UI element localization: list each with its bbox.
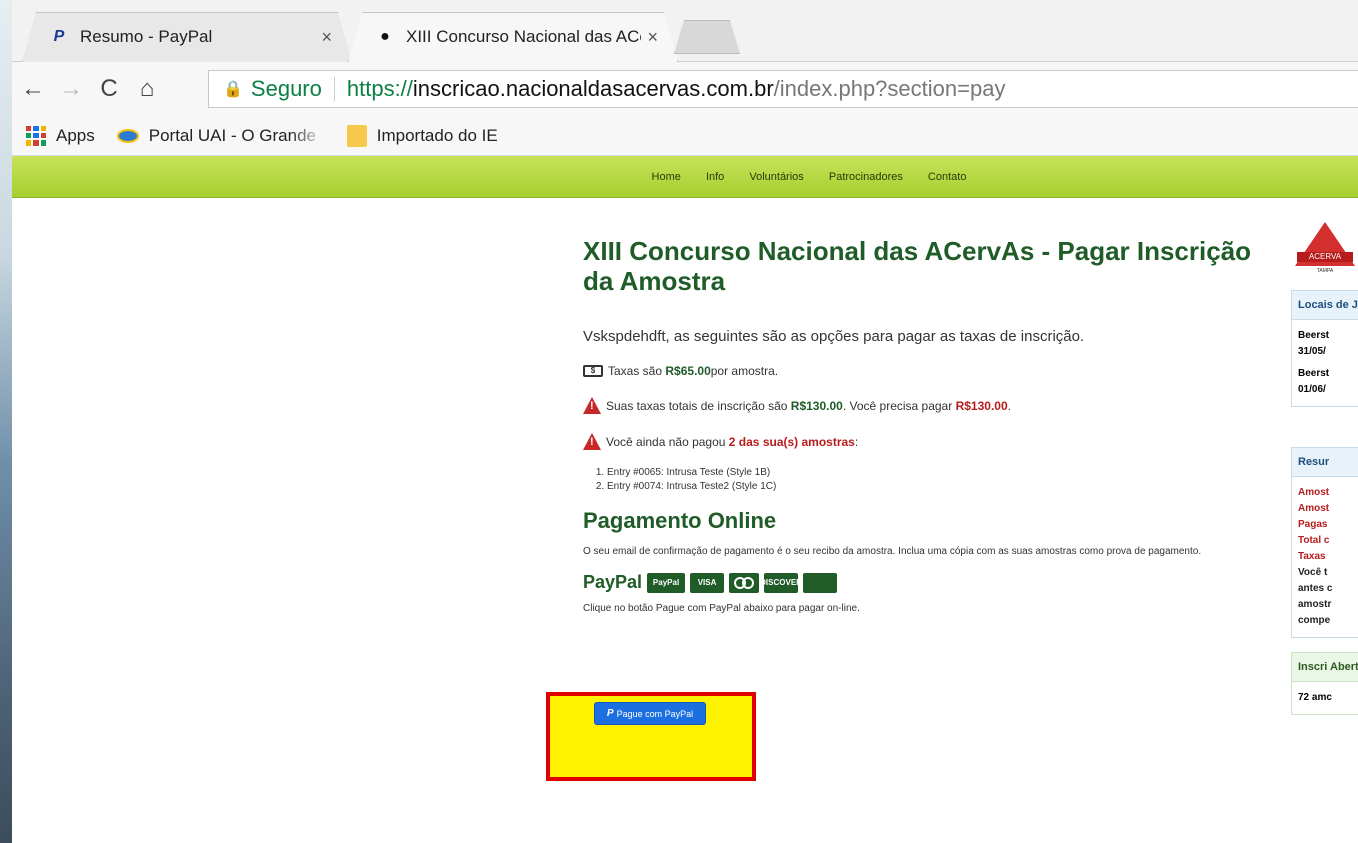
discover-card-icon: DISCOVER xyxy=(760,572,802,593)
amex-card-icon xyxy=(803,572,838,593)
panel-row: Total c xyxy=(1298,535,1330,546)
email-note: O seu email de confirmação de pagamento … xyxy=(583,546,1202,557)
apps-icon xyxy=(26,125,46,146)
browser-window: P Resumo - PayPal × ● XIII Concurso Naci… xyxy=(12,0,1358,843)
tab-strip: P Resumo - PayPal × ● XIII Concurso Naci… xyxy=(12,0,1358,62)
sidebar: ACERVA TAMPA Locais de Ju Beerst 31/05/ … xyxy=(1291,218,1358,715)
url-host: inscricao.nacionaldasacervas.com.br xyxy=(412,76,774,101)
acerva-logo: ACERVA TAMPA xyxy=(1295,218,1355,278)
back-icon[interactable]: ← xyxy=(16,72,50,106)
panel-row: Você t xyxy=(1298,567,1328,578)
tab-concurso[interactable]: ● XIII Concurso Nacional das ACervAs × xyxy=(348,12,678,62)
total-text-post: . xyxy=(1007,398,1011,413)
url-protocol: https:// xyxy=(346,76,413,101)
tab-paypal[interactable]: P Resumo - PayPal × xyxy=(22,12,352,62)
panel-title: Inscri Abert xyxy=(1292,653,1358,682)
page-title: XIII Concurso Nacional das ACervAs - Pag… xyxy=(583,236,1252,296)
total-due: R$130.00 xyxy=(955,398,1008,413)
list-item: Entry #0074: Intrusa Teste2 (Style 1C) xyxy=(607,480,1283,494)
panel-row: Amost xyxy=(1298,487,1330,498)
total-line: Suas taxas totais de inscrição são R$130… xyxy=(583,397,1283,414)
unpaid-text: Você ainda não pagou xyxy=(606,434,726,449)
panel-row: Beerst xyxy=(1298,368,1330,379)
lock-icon: 🔒 xyxy=(223,81,243,98)
desktop-wallpaper xyxy=(0,0,12,843)
bookmark-portal-uai[interactable]: Portal UAI - O Grande xyxy=(116,125,325,146)
total-value: R$130.00 xyxy=(790,398,843,413)
bookmark-label: Importado do IE xyxy=(376,125,498,145)
address-bar[interactable]: 🔒 Seguro https://inscricao.nacionaldasac… xyxy=(208,70,1358,108)
unpaid-entries-list: Entry #0065: Intrusa Teste (Style 1B) En… xyxy=(597,466,1283,494)
panel-row: 01/06/ xyxy=(1298,384,1326,395)
panel-title: Resur xyxy=(1292,448,1358,477)
paypal-label: PayPal xyxy=(583,572,643,592)
panel-row: compe xyxy=(1298,615,1331,626)
list-item: Entry #0065: Intrusa Teste (Style 1B) xyxy=(607,466,1283,480)
total-text: Suas taxas totais de inscrição são xyxy=(606,398,788,413)
panel-row: 72 amc xyxy=(1298,692,1332,703)
fee-value: R$65.00 xyxy=(665,364,711,378)
online-payment-heading: Pagamento Online xyxy=(583,508,777,533)
click-instruction: Clique no botão Pague com PayPal abaixo … xyxy=(583,603,860,614)
money-icon: $ xyxy=(583,365,603,377)
beer-icon: ● xyxy=(380,28,390,45)
panel-row: Beerst xyxy=(1298,330,1330,341)
paypal-icon: P xyxy=(53,28,65,45)
pay-button-label: Pague com PayPal xyxy=(616,708,694,719)
panel-row: Taxas xyxy=(1298,551,1326,562)
nav-patrocinadores[interactable]: Patrocinadores xyxy=(829,171,903,183)
bookmark-label: Portal UAI - O Grande xyxy=(148,125,316,145)
bookmarks-bar: Apps Portal UAI - O Grande Importado do … xyxy=(12,116,1358,156)
close-icon[interactable]: × xyxy=(647,27,658,48)
nav-info[interactable]: Info xyxy=(706,171,724,183)
panel-title: Locais de Ju xyxy=(1292,291,1358,320)
mastercard-icon xyxy=(729,572,760,593)
uai-icon xyxy=(116,128,139,143)
registrations-open-panel: Inscri Abert 72 amc xyxy=(1291,652,1358,715)
panel-row: antes c xyxy=(1298,583,1333,594)
visa-card-icon: VISA xyxy=(690,572,725,593)
paypal-icon: P xyxy=(606,708,614,719)
forward-icon[interactable]: → xyxy=(54,72,88,106)
url-path: /index.php?section=pay xyxy=(773,76,1006,101)
page-content: XIII Concurso Nacional das ACervAs - Pag… xyxy=(12,198,1358,838)
panel-row: 31/05/ xyxy=(1298,346,1326,357)
total-text-mid: . Você precisa pagar xyxy=(842,398,953,413)
fee-line: $ Taxas são R$65.00 por amostra. xyxy=(583,364,1283,378)
panel-row: Pagas xyxy=(1298,519,1328,530)
new-tab-button[interactable] xyxy=(674,20,740,54)
home-icon[interactable]: ⌂ xyxy=(130,72,164,106)
main-column: XIII Concurso Nacional das ACervAs - Pag… xyxy=(583,236,1283,614)
judging-locations-panel: Locais de Ju Beerst 31/05/ Beerst 01/06/ xyxy=(1291,290,1358,407)
browser-toolbar: ← → C ⌂ 🔒 Seguro https://inscricao.nacio… xyxy=(12,62,1358,116)
unpaid-text-post: : xyxy=(854,434,859,449)
intro-text: Vskspdehdft, as seguintes são as opções … xyxy=(583,328,1085,345)
nav-contato[interactable]: Contato xyxy=(928,171,967,183)
summary-panel: Resur Amost Amost Pagas Total c Taxas Vo… xyxy=(1291,447,1358,638)
fee-text-post: por amostra. xyxy=(710,364,779,378)
unpaid-count: 2 das sua(s) amostras xyxy=(728,434,855,449)
bookmark-label: Apps xyxy=(56,125,95,145)
pay-with-paypal-button[interactable]: P Pague com PayPal xyxy=(594,702,706,725)
fee-text: Taxas são xyxy=(608,364,663,378)
site-nav: Home Info Voluntários Patrocinadores Con… xyxy=(12,156,1358,198)
nav-home[interactable]: Home xyxy=(652,171,681,183)
reload-icon[interactable]: C xyxy=(92,72,126,106)
warning-icon xyxy=(583,433,601,450)
panel-row: amostr xyxy=(1298,599,1332,610)
divider xyxy=(333,77,335,101)
warning-icon xyxy=(583,397,601,414)
close-icon[interactable]: × xyxy=(321,27,332,48)
folder-icon xyxy=(346,124,367,147)
tab-title: XIII Concurso Nacional das ACervAs xyxy=(406,27,641,46)
tab-title: Resumo - PayPal xyxy=(80,27,213,46)
panel-row: Amost xyxy=(1298,503,1330,514)
bookmark-apps[interactable]: Apps xyxy=(26,125,95,146)
bookmark-importado-ie[interactable]: Importado do IE xyxy=(346,124,498,147)
secure-label: Seguro xyxy=(250,76,322,101)
unpaid-line: Você ainda não pagou 2 das sua(s) amostr… xyxy=(583,433,1283,450)
nav-voluntarios[interactable]: Voluntários xyxy=(749,171,803,183)
paypal-heading: PayPal PayPal VISA DISCOVER xyxy=(583,572,1283,593)
paypal-card-icon: PayPal xyxy=(647,572,686,593)
